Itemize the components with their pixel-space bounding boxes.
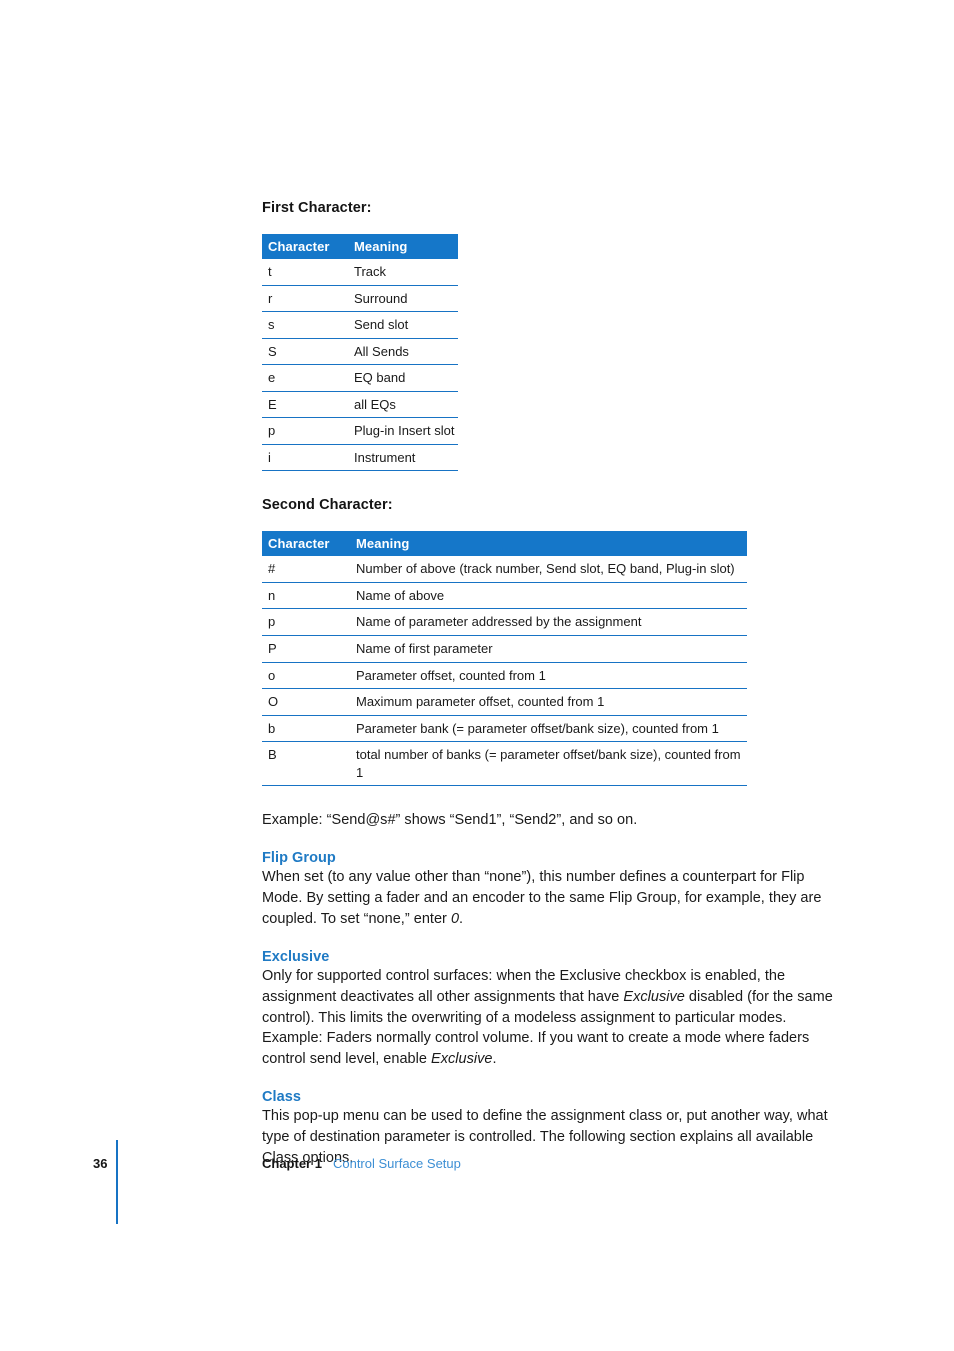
second-character-heading: Second Character:: [262, 497, 393, 514]
first-character-heading: First Character:: [262, 200, 372, 216]
table-header-row: Character Meaning: [262, 234, 458, 259]
paragraph-text-end: .: [459, 910, 464, 927]
table-row: r Surround: [262, 285, 458, 313]
page-footer: 36 Chapter 1 Control Surface Setup: [0, 1140, 954, 1235]
cell-meaning: Number of above (track number, Send slot…: [352, 556, 747, 583]
cell-character: p: [262, 417, 350, 445]
section-heading-class: Class: [262, 1089, 301, 1106]
cell-character: n: [262, 582, 352, 610]
column-header-meaning: Meaning: [352, 531, 747, 557]
column-header-meaning: Meaning: [350, 234, 458, 259]
section-paragraph-exclusive: Only for supported control surfaces: whe…: [262, 966, 842, 1070]
cell-character: B: [262, 741, 352, 787]
table-header-row: Character Meaning: [262, 531, 747, 557]
column-header-character: Character: [262, 531, 352, 557]
column-header-character: Character: [262, 234, 350, 259]
cell-meaning: Track: [350, 259, 458, 286]
example-paragraph: Example: “Send@s#” shows “Send1”, “Send2…: [262, 812, 638, 829]
table-row: s Send slot: [262, 311, 458, 339]
section-paragraph-flip-group: When set (to any value other than “none”…: [262, 867, 842, 930]
footer-chapter-info: Chapter 1 Control Surface Setup: [262, 1156, 461, 1171]
table-row: i Instrument: [262, 444, 458, 472]
cell-character: e: [262, 364, 350, 392]
cell-meaning: Name of parameter addressed by the assig…: [352, 608, 747, 637]
section-heading-flip-group: Flip Group: [262, 850, 336, 867]
table-row: n Name of above: [262, 582, 747, 610]
page-number: 36: [93, 1156, 108, 1171]
table-row: t Track: [262, 259, 458, 286]
page-content: First Character: Character Meaning t Tra…: [262, 200, 842, 1169]
chapter-label: Chapter 1: [262, 1156, 322, 1171]
cell-meaning: all EQs: [350, 391, 458, 419]
cell-meaning: Instrument: [350, 444, 458, 472]
emphasis-exclusive-2: Exclusive: [431, 1051, 493, 1068]
table-row: P Name of first parameter: [262, 635, 747, 663]
table-row: O Maximum parameter offset, counted from…: [262, 688, 747, 716]
cell-character: #: [262, 556, 352, 583]
table-body: # Number of above (track number, Send sl…: [262, 556, 747, 787]
document-page: First Character: Character Meaning t Tra…: [0, 0, 954, 1351]
cell-meaning: Parameter bank (= parameter offset/bank …: [352, 715, 747, 743]
table-body: t Track r Surround s Send slot S All Sen…: [262, 259, 458, 472]
cell-character: o: [262, 662, 352, 690]
cell-meaning: Name of first parameter: [352, 635, 747, 663]
second-character-table: Character Meaning # Number of above (tra…: [262, 531, 747, 787]
table-row: o Parameter offset, counted from 1: [262, 662, 747, 690]
table-row: S All Sends: [262, 338, 458, 366]
cell-character: p: [262, 608, 352, 637]
cell-meaning: Name of above: [352, 582, 747, 610]
table-row: p Name of parameter addressed by the ass…: [262, 608, 747, 637]
table-row: E all EQs: [262, 391, 458, 419]
cell-meaning: total number of banks (= parameter offse…: [352, 741, 747, 787]
cell-character: r: [262, 285, 350, 313]
cell-meaning: Parameter offset, counted from 1: [352, 662, 747, 690]
paragraph-text: When set (to any value other than “none”…: [262, 869, 822, 927]
cell-meaning: Send slot: [350, 311, 458, 339]
cell-character: P: [262, 635, 352, 663]
table-row: # Number of above (track number, Send sl…: [262, 556, 747, 583]
cell-meaning: Plug-in Insert slot: [350, 417, 458, 445]
footer-divider-rule: [116, 1140, 118, 1224]
cell-character: b: [262, 715, 352, 743]
cell-character: S: [262, 338, 350, 366]
table-header: Character Meaning: [262, 531, 747, 557]
cell-character: s: [262, 311, 350, 339]
table-row: e EQ band: [262, 364, 458, 392]
cell-meaning: Maximum parameter offset, counted from 1: [352, 688, 747, 716]
cell-meaning: EQ band: [350, 364, 458, 392]
table-row: b Parameter bank (= parameter offset/ban…: [262, 715, 747, 743]
emphasis-value: 0: [450, 910, 460, 927]
table-row: p Plug-in Insert slot: [262, 417, 458, 445]
cell-character: E: [262, 391, 350, 419]
paragraph-text-end: .: [492, 1051, 497, 1068]
section-flip-group: Flip Group When set (to any value other …: [262, 850, 842, 930]
cell-meaning: All Sends: [350, 338, 458, 366]
chapter-title: Control Surface Setup: [332, 1156, 461, 1171]
first-character-table: Character Meaning t Track r Surround s S…: [262, 234, 458, 472]
section-exclusive: Exclusive Only for supported control sur…: [262, 949, 842, 1070]
cell-character: i: [262, 444, 350, 472]
emphasis-exclusive: Exclusive: [623, 988, 685, 1005]
cell-character: t: [262, 259, 350, 286]
table-row: B total number of banks (= parameter off…: [262, 741, 747, 787]
table-header: Character Meaning: [262, 234, 458, 259]
cell-meaning: Surround: [350, 285, 458, 313]
cell-character: O: [262, 688, 352, 716]
section-heading-exclusive: Exclusive: [262, 948, 330, 965]
